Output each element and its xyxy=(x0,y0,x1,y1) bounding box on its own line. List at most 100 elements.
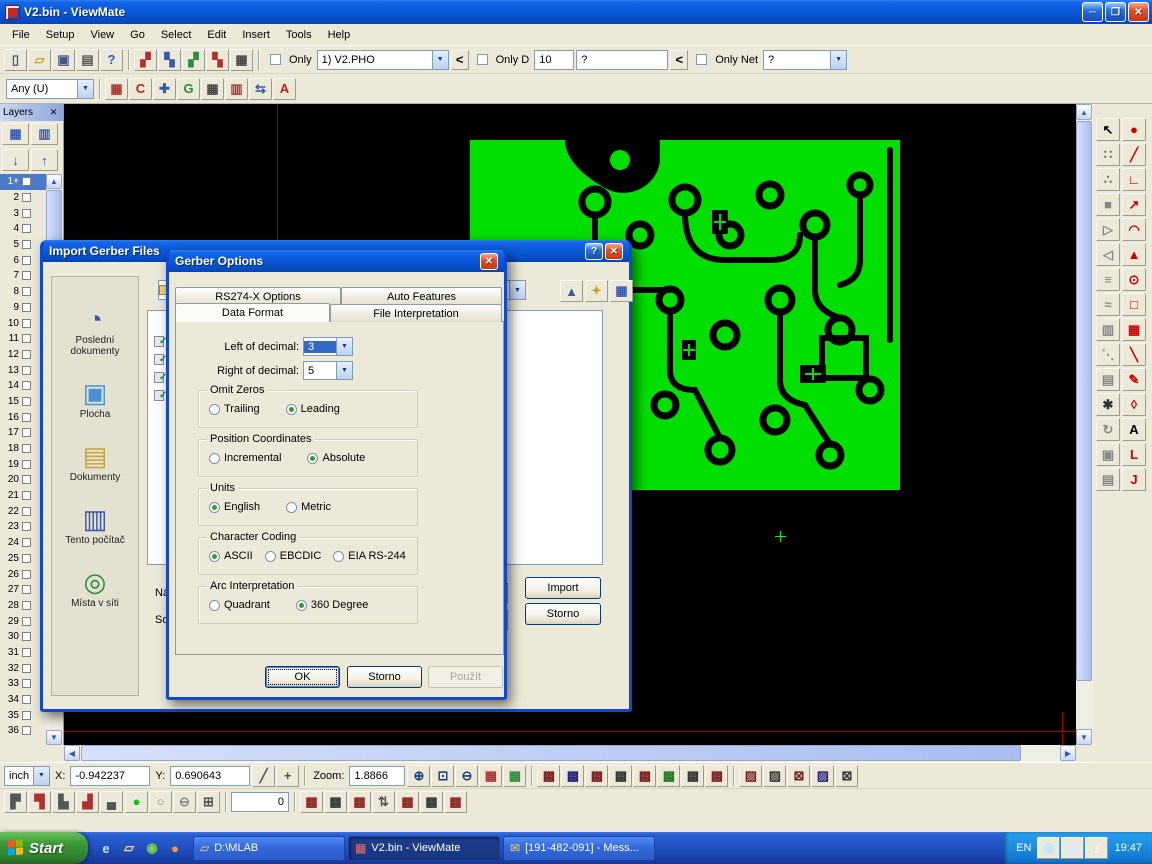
dot-grid-5-icon[interactable]: ▩ xyxy=(420,791,443,813)
menu-file[interactable]: File xyxy=(4,27,38,43)
corner-4-icon[interactable]: ▟ xyxy=(76,791,99,813)
radio-ascii[interactable]: ASCII xyxy=(209,550,253,562)
chevron-down-icon[interactable]: ▼ xyxy=(33,767,49,785)
tab-file-interpretation[interactable]: File Interpretation xyxy=(330,304,502,322)
dcode-3-icon[interactable]: ⊠ xyxy=(787,765,810,787)
corner-1-icon[interactable]: ▛ xyxy=(4,791,27,813)
place-network[interactable]: ◎Místa v síti xyxy=(55,568,135,609)
box-icon[interactable]: ▣ xyxy=(1096,443,1120,466)
pencil-icon[interactable]: ✎ xyxy=(1122,368,1146,391)
place-desktop[interactable]: ▣Plocha xyxy=(55,379,135,420)
letter-c-icon[interactable]: C xyxy=(129,78,152,100)
place-my-computer[interactable]: ▥Tento počítač xyxy=(55,505,135,546)
radio-english[interactable]: English xyxy=(209,501,260,513)
dcode-5-icon[interactable]: ⊠ xyxy=(835,765,858,787)
measure-icon[interactable]: ╱ xyxy=(252,765,275,787)
tab-data-format[interactable]: Data Format xyxy=(175,303,330,322)
layer-visible-checkbox[interactable] xyxy=(22,193,31,202)
aperture-cols-icon[interactable]: ▞ xyxy=(182,49,205,71)
window-titlebar[interactable]: V2.bin - ViewMate ─ ❐ ✕ xyxy=(0,0,1152,24)
letter-j-icon[interactable]: J xyxy=(1122,468,1146,491)
horizontal-scrollbar[interactable]: ◀ ▶ xyxy=(64,745,1076,762)
taskbar-task-d-mlab[interactable]: ▱D:\MLAB xyxy=(193,836,345,861)
zoom-field[interactable]: 1.8866 xyxy=(349,766,405,786)
chevron-down-icon[interactable]: ▼ xyxy=(509,281,525,299)
layer-visible-checkbox[interactable] xyxy=(22,711,31,720)
printer-icon[interactable]: ▤ xyxy=(1096,468,1120,491)
pad-array-5-icon[interactable]: ▩ xyxy=(633,765,656,787)
grid-green-icon[interactable]: ▦ xyxy=(503,765,526,787)
menu-setup[interactable]: Setup xyxy=(38,27,83,43)
layer-visible-checkbox[interactable] xyxy=(22,554,31,563)
dcode-1-icon[interactable]: ▨ xyxy=(739,765,762,787)
layer-visible-checkbox[interactable] xyxy=(22,287,31,296)
status-light-icon[interactable]: ● xyxy=(125,791,148,813)
radio-icon[interactable] xyxy=(209,453,220,464)
up-folder-icon[interactable]: ▲ xyxy=(560,280,583,302)
chevron-down-icon[interactable]: ▼ xyxy=(830,51,846,69)
star-icon[interactable]: ✱ xyxy=(1096,393,1120,416)
layer-visible-checkbox[interactable] xyxy=(22,428,31,437)
views-icon[interactable]: ▦ xyxy=(610,280,633,302)
cancel-button[interactable]: Storno xyxy=(525,603,601,625)
radio-icon[interactable] xyxy=(307,453,318,464)
y-coordinate-field[interactable]: 0.690643 xyxy=(170,766,250,786)
dot-grid-1-icon[interactable]: ▩ xyxy=(300,791,323,813)
taskbar-task-191-482-091-mess[interactable]: ✉[191-482-091] - Mess... xyxy=(503,836,655,861)
pad-array-2-icon[interactable]: ▩ xyxy=(561,765,584,787)
dot-grid-3-icon[interactable]: ▩ xyxy=(348,791,371,813)
origin-icon[interactable]: + xyxy=(276,765,299,787)
letter-g-icon[interactable]: G xyxy=(177,78,200,100)
layer-visible-checkbox[interactable] xyxy=(22,177,31,186)
layer-visible-checkbox[interactable] xyxy=(22,397,31,406)
layers-panel-header[interactable]: Layers ✕ xyxy=(0,104,63,121)
radio-icon[interactable] xyxy=(286,404,297,415)
lines-icon[interactable]: ≡ xyxy=(1096,268,1120,291)
select-grid-icon[interactable]: ▦ xyxy=(105,78,128,100)
layer-visible-checkbox[interactable] xyxy=(22,334,31,343)
grid-dots-icon[interactable]: ∴ xyxy=(1096,168,1120,191)
close-button[interactable]: ✕ xyxy=(605,243,623,260)
swap-icon[interactable]: ⇆ xyxy=(249,78,272,100)
dcode-4-icon[interactable]: ▨ xyxy=(811,765,834,787)
radio-icon[interactable] xyxy=(286,502,297,513)
layer-visible-checkbox[interactable] xyxy=(22,570,31,579)
folder-icon[interactable]: ▱ xyxy=(119,838,139,858)
layer-visible-checkbox[interactable] xyxy=(22,507,31,516)
only-net-checkbox[interactable] xyxy=(696,54,707,65)
zoom-window-icon[interactable]: ⊡ xyxy=(431,765,454,787)
tray-app-icon[interactable]: ◉ xyxy=(1037,837,1060,859)
flip-icon[interactable]: ◁ xyxy=(1096,243,1120,266)
dash-icon[interactable]: ▤ xyxy=(1096,368,1120,391)
language-indicator[interactable]: EN xyxy=(1016,842,1031,854)
dcode-2-icon[interactable]: ▨ xyxy=(763,765,786,787)
radio-metric[interactable]: Metric xyxy=(286,501,331,513)
close-button[interactable]: ✕ xyxy=(1128,2,1149,22)
radio-icon[interactable] xyxy=(209,404,220,415)
scroll-up-icon[interactable]: ▲ xyxy=(1076,104,1092,120)
help-button[interactable]: ? xyxy=(585,243,603,260)
menu-help[interactable]: Help xyxy=(320,27,359,43)
move-icon[interactable]: ✚ xyxy=(153,78,176,100)
layer-row-4[interactable]: 4 xyxy=(0,221,46,237)
layer-visible-checkbox[interactable] xyxy=(22,444,31,453)
close-icon[interactable]: ✕ xyxy=(47,106,60,119)
firefox-icon[interactable]: ● xyxy=(165,838,185,858)
radio-eia-rs-244[interactable]: EIA RS-244 xyxy=(333,550,405,562)
start-button[interactable]: Start xyxy=(0,832,88,864)
menu-edit[interactable]: Edit xyxy=(199,27,234,43)
ok-button[interactable]: OK xyxy=(265,666,340,688)
radio-icon[interactable] xyxy=(209,600,220,611)
layer-visible-checkbox[interactable] xyxy=(22,350,31,359)
chevron-down-icon[interactable]: ▼ xyxy=(336,338,352,355)
add-pad-icon[interactable]: ● xyxy=(1122,118,1146,141)
tab-auto-features[interactable]: Auto Features xyxy=(341,287,502,305)
count-field[interactable]: 0 xyxy=(231,792,289,812)
pad-array-4-icon[interactable]: ▩ xyxy=(609,765,632,787)
only-layer-checkbox[interactable] xyxy=(270,54,281,65)
layer-visible-checkbox[interactable] xyxy=(22,319,31,328)
grid-red-icon[interactable]: ▦ xyxy=(479,765,502,787)
menu-go[interactable]: Go xyxy=(122,27,153,43)
dcode-input[interactable]: 10 xyxy=(534,50,574,70)
menu-view[interactable]: View xyxy=(82,27,122,43)
